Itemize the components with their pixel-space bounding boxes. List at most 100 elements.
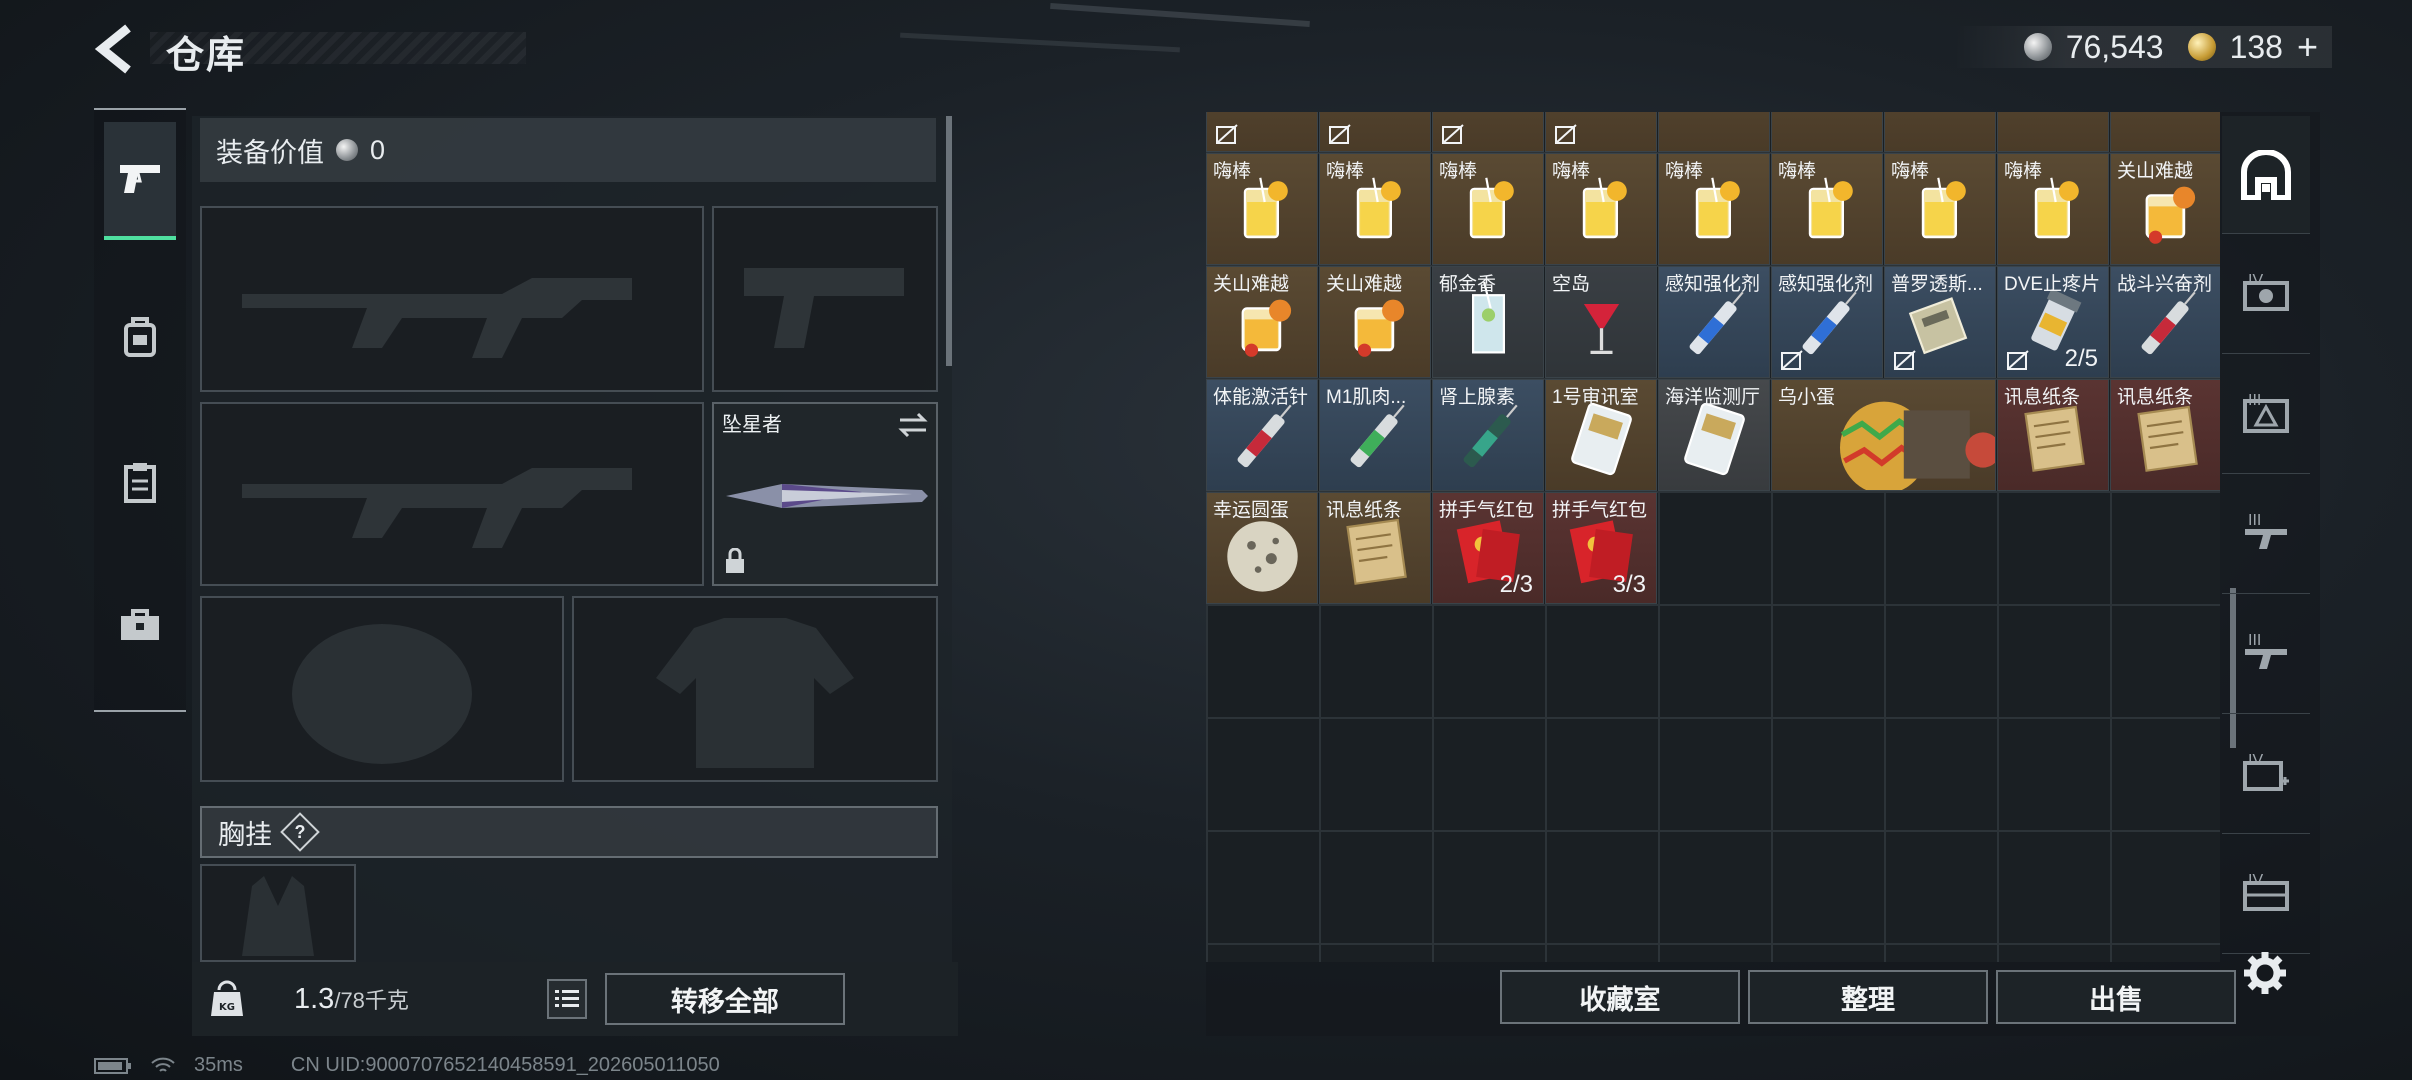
storage-item[interactable]: 拼手气红包 2/3 bbox=[1432, 492, 1544, 604]
storage-item[interactable]: 讯息纸条 bbox=[1997, 379, 2109, 491]
storage-item[interactable] bbox=[1545, 112, 1657, 152]
background-streak bbox=[1050, 2, 1310, 28]
weight-icon: KG bbox=[211, 980, 243, 1016]
item-name: 1号审讯室 bbox=[1552, 387, 1639, 408]
storage-item[interactable] bbox=[2110, 112, 2220, 152]
item-name: 嗨棒 bbox=[1778, 161, 1817, 182]
storage-item[interactable]: 嗨棒 bbox=[1658, 153, 1770, 265]
storage-item[interactable] bbox=[1319, 112, 1431, 152]
equipment-scrollbar[interactable] bbox=[946, 116, 952, 366]
storage-item[interactable]: 战斗兴奋剂 bbox=[2110, 266, 2220, 378]
storage-item[interactable] bbox=[1771, 112, 1883, 152]
nav-weapons[interactable] bbox=[104, 122, 176, 240]
storage-item[interactable]: 嗨棒 bbox=[1206, 153, 1318, 265]
storage-item[interactable]: 嗨棒 bbox=[1997, 153, 2109, 265]
rail-section-1[interactable]: IV bbox=[2222, 236, 2310, 354]
sidearm-slot[interactable] bbox=[712, 206, 938, 392]
item-name: 讯息纸条 bbox=[1326, 500, 1403, 521]
storage-item[interactable]: 体能激活针 bbox=[1206, 379, 1318, 491]
backpack-icon bbox=[124, 317, 156, 357]
storage-item[interactable]: 普罗透斯... bbox=[1884, 266, 1996, 378]
storage-grid[interactable]: 嗨棒 嗨棒 嗨棒 嗨棒 嗨棒 嗨棒 嗨棒 嗨棒 关山难越 关山难越 关山难越 郁金香 空岛 感知强化剂 感知… bbox=[1206, 112, 2220, 962]
add-gold-button[interactable]: + bbox=[2297, 26, 2318, 68]
settings-button[interactable] bbox=[2242, 950, 2288, 1001]
currency-bar[interactable]: 76,543 138 + bbox=[1953, 26, 2332, 68]
nav-toolbox[interactable] bbox=[104, 566, 176, 684]
nav-armor[interactable] bbox=[104, 278, 176, 396]
untradeable-icon bbox=[1555, 124, 1577, 144]
sort-button[interactable]: 整理 bbox=[1748, 970, 1988, 1024]
swap-icon[interactable] bbox=[898, 412, 928, 438]
armor-slot[interactable] bbox=[572, 596, 938, 782]
storage-item[interactable]: 感知强化剂 bbox=[1771, 266, 1883, 378]
storage-item[interactable]: M1肌肉... bbox=[1319, 379, 1431, 491]
storage-item[interactable] bbox=[1997, 112, 2109, 152]
gear-icon bbox=[2244, 952, 2286, 994]
rail-section-4[interactable]: III bbox=[2222, 596, 2310, 714]
item-name: 感知强化剂 bbox=[1665, 274, 1761, 295]
storage-item[interactable]: 拼手气红包 3/3 bbox=[1545, 492, 1657, 604]
storage-item[interactable]: 关山难越 bbox=[1206, 266, 1318, 378]
chest-rig-slot[interactable] bbox=[200, 864, 356, 962]
rifle-silhouette-icon bbox=[242, 468, 632, 548]
storage-item[interactable]: 嗨棒 bbox=[1319, 153, 1431, 265]
storage-item[interactable]: 讯息纸条 bbox=[1319, 492, 1431, 604]
storage-item[interactable]: 空岛 bbox=[1545, 266, 1657, 378]
item-name: 嗨棒 bbox=[1326, 161, 1365, 182]
back-button[interactable] bbox=[92, 22, 142, 76]
drink-icon bbox=[2111, 112, 2220, 152]
nav-containers[interactable] bbox=[104, 424, 176, 542]
rail-section-3[interactable]: III bbox=[2222, 476, 2310, 594]
storage-item[interactable]: 乌小蛋 bbox=[1771, 379, 1996, 491]
item-name: M1肌肉... bbox=[1326, 387, 1407, 408]
storage-item[interactable]: 海洋监测厅 bbox=[1658, 379, 1770, 491]
storage-item[interactable] bbox=[1206, 112, 1318, 152]
current-weight: 1.3 bbox=[294, 982, 335, 1015]
transfer-all-button[interactable]: 转移全部 bbox=[604, 973, 845, 1025]
storage-item[interactable] bbox=[1432, 112, 1544, 152]
item-icon bbox=[1885, 112, 1996, 152]
storage-item[interactable] bbox=[1658, 112, 1770, 152]
list-icon bbox=[554, 990, 579, 1007]
storage-item[interactable]: 嗨棒 bbox=[1545, 153, 1657, 265]
rail-section-5[interactable]: IV bbox=[2222, 716, 2310, 834]
item-name: 感知强化剂 bbox=[1778, 274, 1874, 295]
untradeable-icon bbox=[1442, 124, 1464, 144]
storage-item[interactable]: 郁金香 bbox=[1432, 266, 1544, 378]
blade-icon bbox=[726, 484, 928, 508]
storage-item[interactable]: 关山难越 bbox=[2110, 153, 2220, 265]
storage-item[interactable]: 感知强化剂 bbox=[1658, 266, 1770, 378]
item-name: 郁金香 bbox=[1439, 274, 1497, 295]
item-name: 战斗兴奋剂 bbox=[2117, 274, 2213, 295]
page-title: 仓库 bbox=[166, 35, 247, 77]
rail-section-2[interactable]: III bbox=[2222, 356, 2310, 474]
gold-coin-icon bbox=[2187, 33, 2216, 61]
storage-item[interactable] bbox=[1884, 112, 1996, 152]
item-name: 讯息纸条 bbox=[2004, 387, 2081, 408]
collection-room-button[interactable]: 收藏室 bbox=[1500, 970, 1740, 1024]
help-icon[interactable]: ? bbox=[280, 812, 320, 852]
storage-item[interactable]: 关山难越 bbox=[1319, 266, 1431, 378]
storage-item[interactable]: 嗨棒 bbox=[1884, 153, 1996, 265]
item-name: 肾上腺素 bbox=[1439, 387, 1516, 408]
storage-item[interactable]: 肾上腺素 bbox=[1432, 379, 1544, 491]
rifle-silhouette-icon bbox=[242, 278, 632, 358]
storage-item[interactable]: 嗨棒 bbox=[1771, 153, 1883, 265]
secondary-weapon-slot[interactable] bbox=[200, 402, 704, 586]
storage-item[interactable]: 嗨棒 bbox=[1432, 153, 1544, 265]
rail-section-6[interactable]: IV bbox=[2222, 836, 2310, 954]
storage-item[interactable]: 幸运圆蛋 bbox=[1206, 492, 1318, 604]
list-view-button[interactable] bbox=[546, 979, 587, 1019]
svg-text:KG: KG bbox=[219, 1002, 235, 1013]
helmet-slot[interactable] bbox=[200, 596, 564, 782]
sell-button[interactable]: 出售 bbox=[1996, 970, 2236, 1024]
storage-item[interactable]: 讯息纸条 bbox=[2110, 379, 2220, 491]
primary-weapon-slot[interactable] bbox=[200, 206, 704, 392]
equipment-value-label: 装备价值 bbox=[216, 137, 324, 168]
storage-item[interactable]: DVE止疼片 2/5 bbox=[1997, 266, 2109, 378]
max-weight: /78千克 bbox=[334, 988, 409, 1013]
item-name: 体能激活针 bbox=[1213, 387, 1309, 408]
rail-home[interactable] bbox=[2222, 116, 2310, 234]
melee-slot[interactable]: 坠星者 bbox=[712, 402, 938, 586]
storage-item[interactable]: 1号审讯室 bbox=[1545, 379, 1657, 491]
